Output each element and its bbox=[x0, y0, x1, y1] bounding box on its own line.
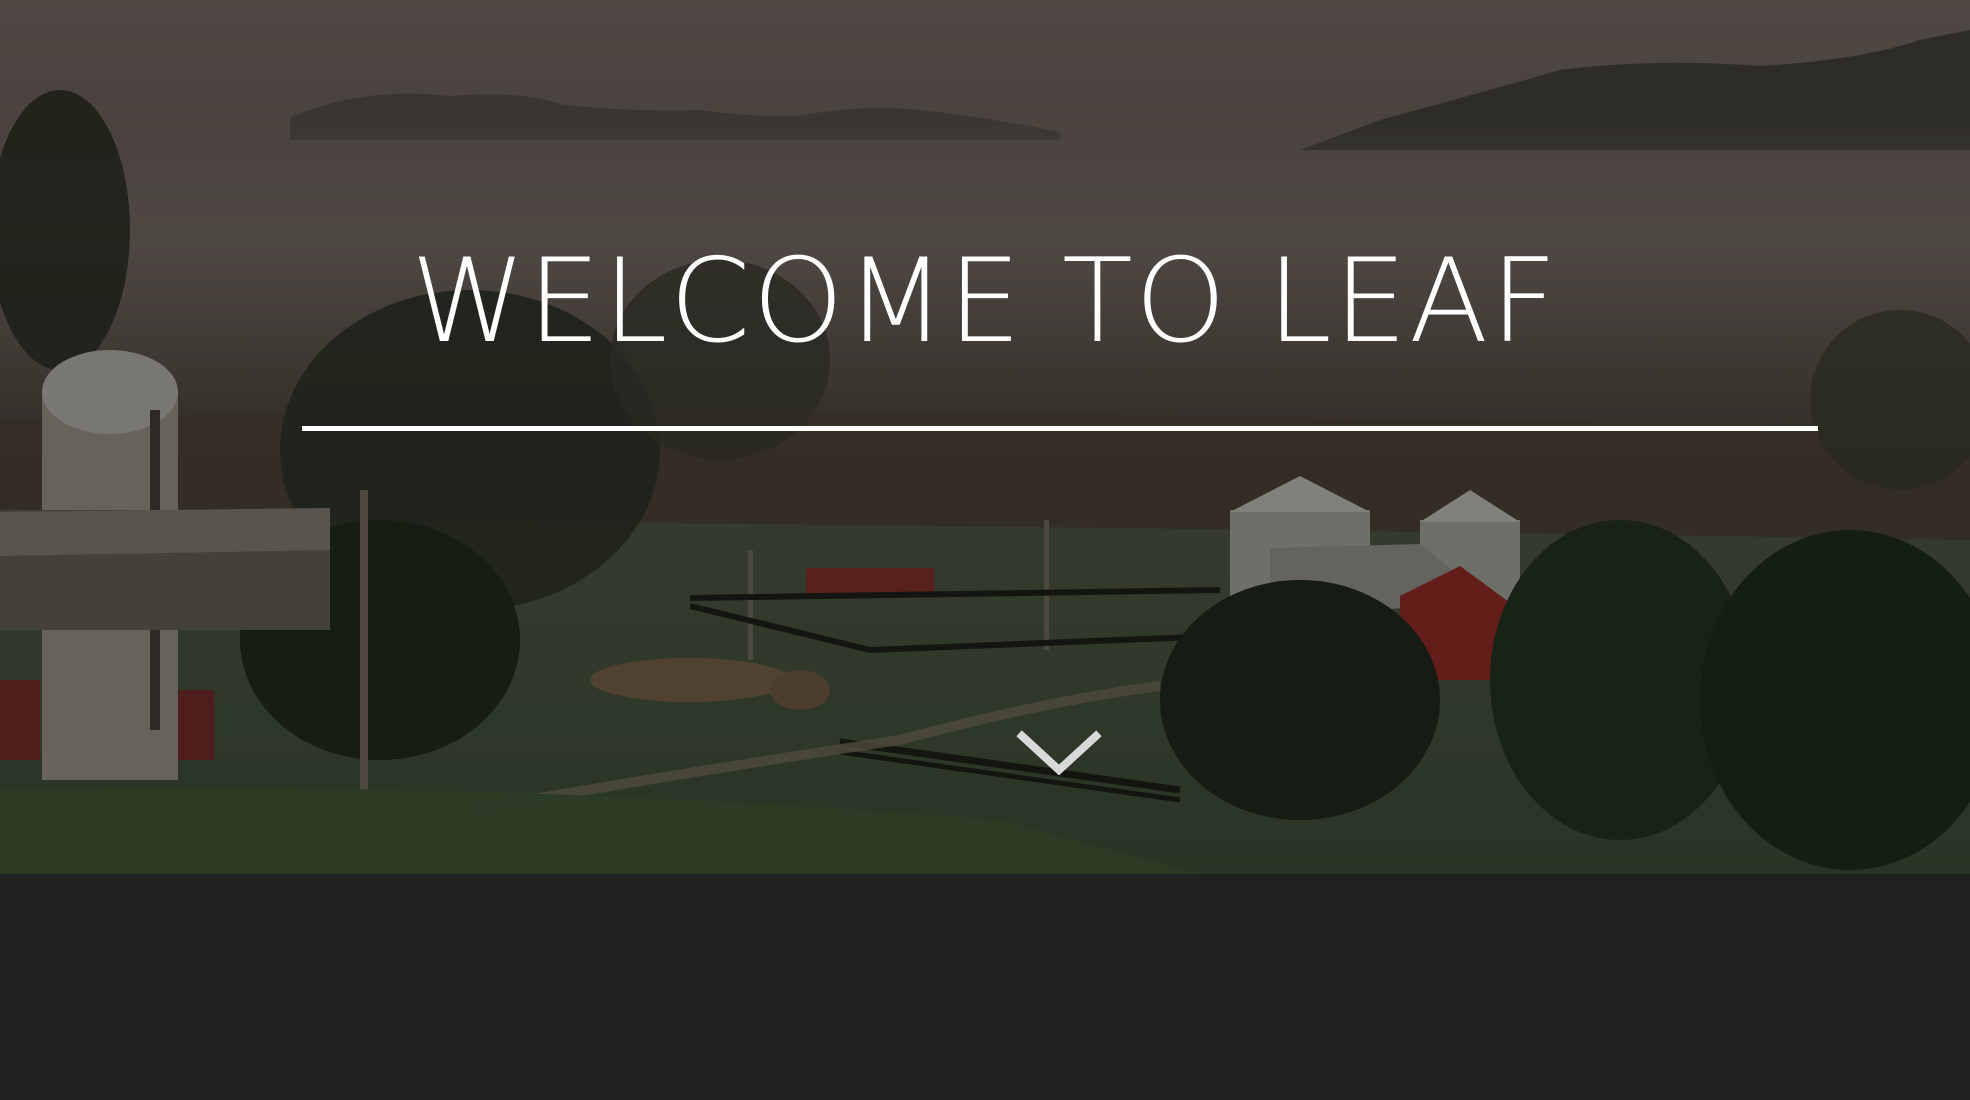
scroll-down-button[interactable] bbox=[1014, 726, 1104, 786]
hero-section: WELCOME TO LEAF bbox=[0, 0, 1970, 874]
hero-dark-overlay bbox=[0, 0, 1970, 874]
chevron-down-icon bbox=[1016, 730, 1102, 776]
content-section bbox=[0, 874, 1970, 1100]
hero-title: WELCOME TO LEAF bbox=[410, 234, 1560, 369]
hero-divider bbox=[302, 426, 1818, 431]
